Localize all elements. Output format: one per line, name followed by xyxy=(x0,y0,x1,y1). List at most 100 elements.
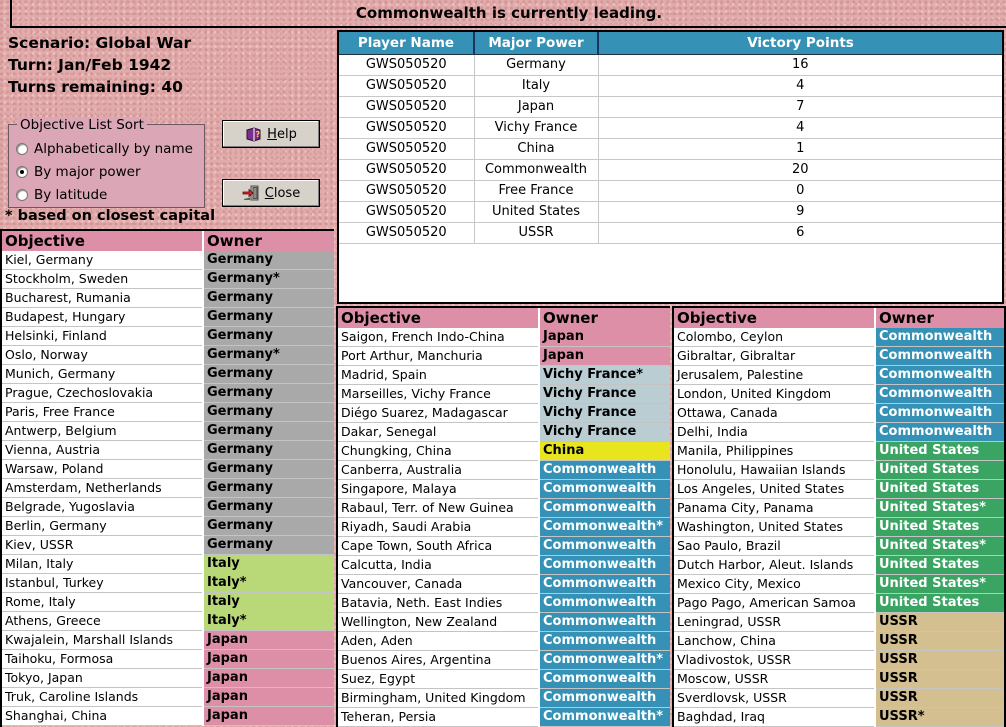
scenario-line: Scenario: Global War xyxy=(8,34,192,52)
sort-groupbox: Objective List Sort Alphabetically by na… xyxy=(8,117,205,208)
objective-row: Los Angeles, United States United States xyxy=(674,480,1004,499)
objective-cell: Ottawa, Canada xyxy=(674,404,874,423)
close-button[interactable]: Close xyxy=(222,179,320,207)
owner-cell: Vichy France xyxy=(540,385,670,404)
radio-icon[interactable] xyxy=(16,188,28,201)
victory-points-cell: 4 xyxy=(597,117,1002,139)
owner-cell: Commonwealth xyxy=(876,404,1004,423)
sort-option-0[interactable]: Alphabetically by name xyxy=(16,137,200,160)
objective-column-header: Objective xyxy=(674,308,874,328)
major-power-cell: Japan xyxy=(473,96,598,118)
objective-cell: Truk, Caroline Islands xyxy=(2,688,202,707)
objective-cell: Batavia, Neth. East Indies xyxy=(338,594,538,613)
objective-cell: Dutch Harbor, Aleut. Islands xyxy=(674,556,874,575)
objective-cell: Teheran, Persia xyxy=(338,708,538,727)
victory-table-row: GWS050520 Free France 0 xyxy=(339,180,1002,202)
owner-column-header: Owner xyxy=(540,308,670,328)
player-name-cell: GWS050520 xyxy=(339,201,474,223)
objective-row: Batavia, Neth. East Indies Commonwealth xyxy=(338,594,670,613)
owner-cell: Commonwealth xyxy=(540,461,670,480)
objective-cell: Paris, Free France xyxy=(2,403,202,422)
objective-row: Dakar, Senegal Vichy France xyxy=(338,423,670,442)
objective-row: Lanchow, China USSR xyxy=(674,632,1004,651)
radio-icon[interactable] xyxy=(16,142,28,155)
owner-cell: Commonwealth xyxy=(876,423,1004,442)
owner-cell: Commonwealth xyxy=(540,556,670,575)
objective-row: London, United Kingdom Commonwealth xyxy=(674,385,1004,404)
objective-row: Madrid, Spain Vichy France* xyxy=(338,366,670,385)
svg-text:?: ? xyxy=(256,130,261,139)
objective-cell: Stockholm, Sweden xyxy=(2,270,202,289)
objective-cell: Los Angeles, United States xyxy=(674,480,874,499)
major-power-cell: United States xyxy=(473,201,598,223)
help-button-label: Help xyxy=(267,126,297,142)
objective-row: Washington, United States United States xyxy=(674,518,1004,537)
objective-cell: Leningrad, USSR xyxy=(674,613,874,632)
objective-cell: Diégo Suarez, Madagascar xyxy=(338,404,538,423)
objective-cell: Tokyo, Japan xyxy=(2,669,202,688)
objective-row: Berlin, Germany Germany xyxy=(2,517,334,536)
help-button[interactable]: ? Help xyxy=(222,120,320,148)
objective-row: Kwajalein, Marshall Islands Japan xyxy=(2,631,334,650)
objective-cell: Manila, Philippines xyxy=(674,442,874,461)
objective-cell: Birmingham, United Kingdom xyxy=(338,689,538,708)
objective-cell: Antwerp, Belgium xyxy=(2,422,202,441)
col-header-victory-points: Victory Points xyxy=(597,32,1002,55)
objective-cell: Riyadh, Saudi Arabia xyxy=(338,518,538,537)
owner-cell: Germany xyxy=(204,251,334,270)
objective-row: Gibraltar, Gibraltar Commonwealth xyxy=(674,347,1004,366)
objective-cell: Washington, United States xyxy=(674,518,874,537)
objective-column-header: Objective xyxy=(338,308,538,328)
victory-points-cell: 4 xyxy=(597,75,1002,97)
close-button-label: Close xyxy=(264,185,301,201)
victory-table-row: GWS050520 Italy 4 xyxy=(339,75,1002,97)
objective-row: Marseilles, Vichy France Vichy France xyxy=(338,385,670,404)
victory-points-panel: Player Name Major Power Victory Points G… xyxy=(337,30,1004,304)
radio-selected-icon[interactable] xyxy=(16,165,28,178)
owner-cell: Germany xyxy=(204,289,334,308)
owner-cell: Germany xyxy=(204,327,334,346)
victory-points-cell: 16 xyxy=(597,54,1002,76)
capital-footnote: * based on closest capital xyxy=(5,208,216,224)
objective-row: Amsterdam, Netherlands Germany xyxy=(2,479,334,498)
objective-row: Buenos Aires, Argentina Commonwealth* xyxy=(338,651,670,670)
objective-row: Belgrade, Yugoslavia Germany xyxy=(2,498,334,517)
owner-cell: Japan xyxy=(204,650,334,669)
objective-row: Truk, Caroline Islands Japan xyxy=(2,688,334,707)
owner-cell: Commonwealth xyxy=(540,670,670,689)
victory-table-row: GWS050520 Vichy France 4 xyxy=(339,117,1002,139)
objective-cell: Bucharest, Rumania xyxy=(2,289,202,308)
objective-cell: Canberra, Australia xyxy=(338,461,538,480)
major-power-cell: USSR xyxy=(473,222,598,244)
objective-cell: Colombo, Ceylon xyxy=(674,328,874,347)
owner-cell: United States* xyxy=(876,575,1004,594)
objective-row: Kiev, USSR Germany xyxy=(2,536,334,555)
owner-cell: Germany xyxy=(204,308,334,327)
objective-cell: Kiel, Germany xyxy=(2,251,202,270)
sort-options: Alphabetically by name By major power By l… xyxy=(16,137,200,206)
owner-cell: Italy* xyxy=(204,612,334,631)
objective-row: Teheran, Persia Commonwealth* xyxy=(338,708,670,727)
victory-table-row: GWS050520 Germany 16 xyxy=(339,54,1002,76)
objective-cell: Port Arthur, Manchuria xyxy=(338,347,538,366)
owner-cell: USSR xyxy=(876,651,1004,670)
sort-option-2[interactable]: By latitude xyxy=(16,183,200,206)
sort-option-label: By latitude xyxy=(34,186,108,203)
owner-cell: Commonwealth xyxy=(540,537,670,556)
sort-option-1[interactable]: By major power xyxy=(16,160,200,183)
objective-row: Jerusalem, Palestine Commonwealth xyxy=(674,366,1004,385)
owner-cell: Italy xyxy=(204,555,334,574)
objective-cell: Chungking, China xyxy=(338,442,538,461)
objective-row: Prague, Czechoslovakia Germany xyxy=(2,384,334,403)
objective-row: Antwerp, Belgium Germany xyxy=(2,422,334,441)
major-power-cell: Vichy France xyxy=(473,117,598,139)
objective-row: Diégo Suarez, Madagascar Vichy France xyxy=(338,404,670,423)
owner-cell: Japan xyxy=(540,328,670,347)
objective-cell: Vienna, Austria xyxy=(2,441,202,460)
objective-cell: Gibraltar, Gibraltar xyxy=(674,347,874,366)
objective-cell: Prague, Czechoslovakia xyxy=(2,384,202,403)
victory-table: Player Name Major Power Victory Points G… xyxy=(339,32,1002,244)
objective-cell: Honolulu, Hawaiian Islands xyxy=(674,461,874,480)
owner-column-header: Owner xyxy=(876,308,1004,328)
objective-cell: Dakar, Senegal xyxy=(338,423,538,442)
